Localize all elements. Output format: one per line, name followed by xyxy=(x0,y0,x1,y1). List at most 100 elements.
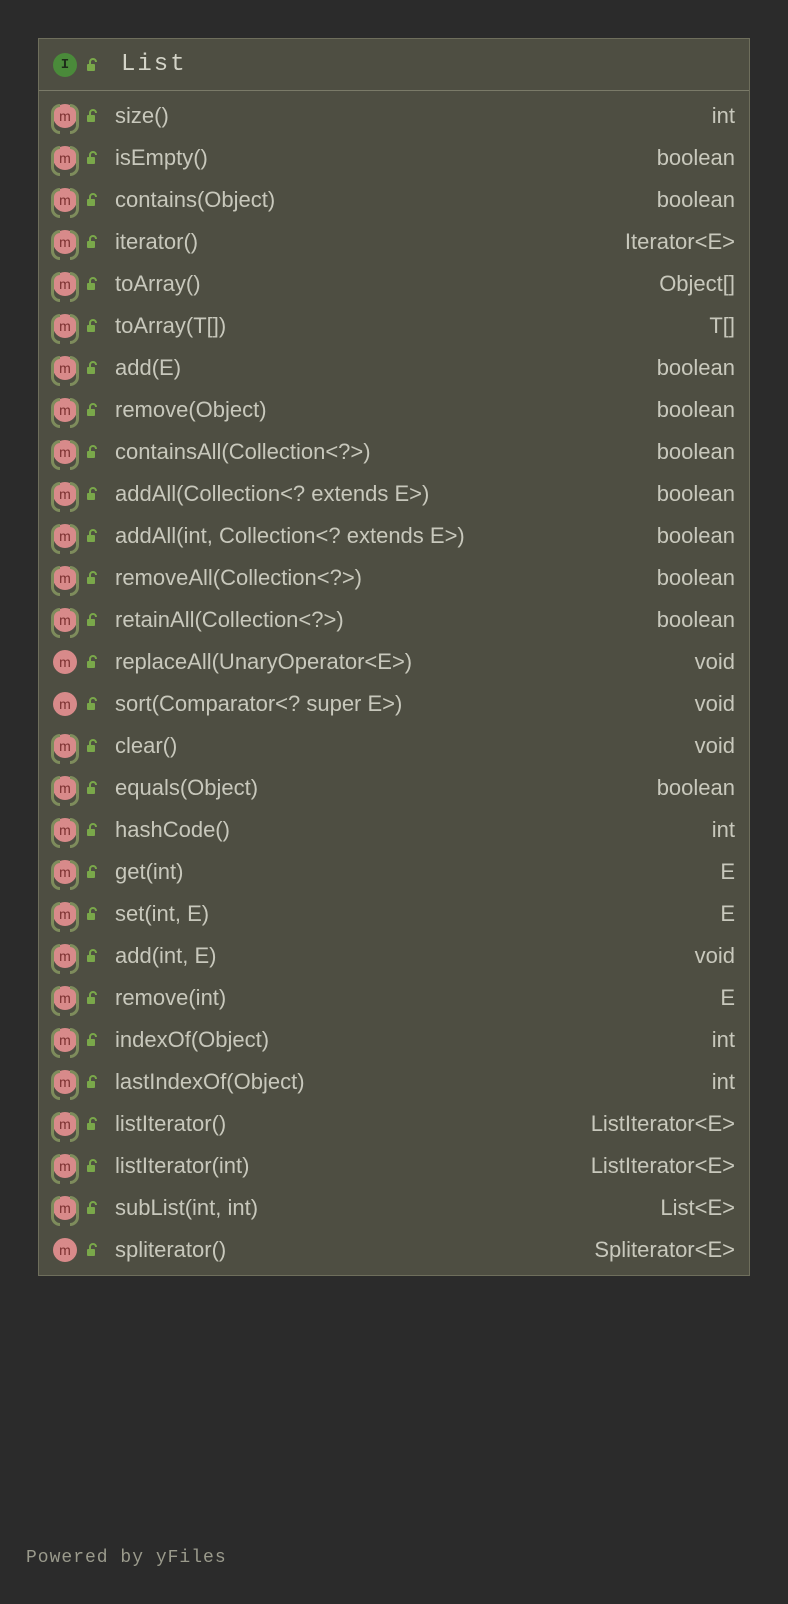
unlock-icon xyxy=(85,1075,99,1089)
unlock-icon xyxy=(85,991,99,1005)
unlock-icon xyxy=(85,1243,99,1257)
method-row[interactable]: mtoArray(T[])T[] xyxy=(39,305,749,347)
method-row[interactable]: misEmpty()boolean xyxy=(39,137,749,179)
method-row[interactable]: mcontains(Object)boolean xyxy=(39,179,749,221)
unlock-icon xyxy=(85,361,99,375)
method-letter: m xyxy=(59,444,71,460)
method-row[interactable]: madd(E)boolean xyxy=(39,347,749,389)
return-type: ListIterator<E> xyxy=(591,1111,735,1137)
method-letter: m xyxy=(59,150,71,166)
method-row[interactable]: mlistIterator()ListIterator<E> xyxy=(39,1103,749,1145)
method-signature: size() xyxy=(115,103,169,129)
method-signature: toArray(T[]) xyxy=(115,313,226,339)
return-type: void xyxy=(695,943,735,969)
method-row[interactable]: mequals(Object)boolean xyxy=(39,767,749,809)
method-signature: get(int) xyxy=(115,859,183,885)
class-header[interactable]: I List xyxy=(39,39,749,91)
method-row[interactable]: mremove(int)E xyxy=(39,977,749,1019)
method-signature: addAll(Collection<? extends E>) xyxy=(115,481,429,507)
method-signature: equals(Object) xyxy=(115,775,258,801)
method-abstract-icon: m xyxy=(53,104,77,128)
method-icon: m xyxy=(53,1238,77,1262)
unlock-icon xyxy=(85,151,99,165)
method-letter: m xyxy=(59,1158,71,1174)
unlock-icon xyxy=(85,781,99,795)
return-type: E xyxy=(720,901,735,927)
method-signature: spliterator() xyxy=(115,1237,226,1263)
method-letter: m xyxy=(59,864,71,880)
method-row[interactable]: mget(int)E xyxy=(39,851,749,893)
method-row[interactable]: msort(Comparator<? super E>)void xyxy=(39,683,749,725)
method-letter: m xyxy=(59,234,71,250)
method-row[interactable]: m addAll(Collection<? extends E>) boolean xyxy=(39,473,749,515)
method-abstract-icon: m xyxy=(53,1196,77,1220)
footer-credit: Powered by yFiles xyxy=(26,1548,227,1568)
unlock-icon xyxy=(85,403,99,417)
method-signature: isEmpty() xyxy=(115,145,208,171)
method-row[interactable]: mreplaceAll(UnaryOperator<E>)void xyxy=(39,641,749,683)
method-row[interactable]: miterator()Iterator<E> xyxy=(39,221,749,263)
method-letter: m xyxy=(59,1200,71,1216)
unlock-icon xyxy=(85,865,99,879)
method-letter: m xyxy=(59,990,71,1006)
method-row[interactable]: mretainAll(Collection<?>)boolean xyxy=(39,599,749,641)
return-type: List<E> xyxy=(660,1195,735,1221)
return-type: int xyxy=(712,1069,735,1095)
method-row[interactable]: mtoArray()Object[] xyxy=(39,263,749,305)
return-type: Object[] xyxy=(659,271,735,297)
unlock-icon xyxy=(85,949,99,963)
method-row[interactable]: mlastIndexOf(Object)int xyxy=(39,1061,749,1103)
method-row[interactable]: mset(int, E)E xyxy=(39,893,749,935)
return-type: void xyxy=(695,691,735,717)
method-abstract-icon: m xyxy=(53,1028,77,1052)
method-row[interactable]: mindexOf(Object)int xyxy=(39,1019,749,1061)
method-letter: m xyxy=(59,612,71,628)
method-letter: m xyxy=(59,1074,71,1090)
unlock-icon xyxy=(85,823,99,837)
method-row[interactable]: maddAll(int, Collection<? extends E>)boo… xyxy=(39,515,749,557)
method-signature: retainAll(Collection<?>) xyxy=(115,607,344,633)
method-abstract-icon: m xyxy=(53,440,77,464)
method-signature: iterator() xyxy=(115,229,198,255)
unlock-icon xyxy=(85,109,99,123)
method-row[interactable]: madd(int, E)void xyxy=(39,935,749,977)
method-row[interactable]: m spliterator() Spliterator<E> xyxy=(39,1229,749,1271)
method-letter: m xyxy=(59,318,71,334)
method-abstract-icon: m xyxy=(53,1154,77,1178)
method-row[interactable]: mcontainsAll(Collection<?>)boolean xyxy=(39,431,749,473)
method-row[interactable]: mremoveAll(Collection<?>)boolean xyxy=(39,557,749,599)
method-row[interactable]: mhashCode()int xyxy=(39,809,749,851)
method-letter: m xyxy=(59,108,71,124)
unlock-icon xyxy=(85,655,99,669)
method-list: msize()intmisEmpty()booleanmcontains(Obj… xyxy=(39,91,749,1275)
method-signature: contains(Object) xyxy=(115,187,275,213)
unlock-icon xyxy=(85,487,99,501)
return-type: Spliterator<E> xyxy=(594,1237,735,1263)
method-signature: indexOf(Object) xyxy=(115,1027,269,1053)
unlock-icon xyxy=(85,697,99,711)
method-abstract-icon: m xyxy=(53,776,77,800)
method-row[interactable]: mclear()void xyxy=(39,725,749,767)
unlock-icon xyxy=(85,445,99,459)
unlock-icon xyxy=(85,1159,99,1173)
method-abstract-icon: m xyxy=(53,272,77,296)
return-type: boolean xyxy=(657,481,735,507)
method-letter: m xyxy=(59,486,71,502)
method-abstract-icon: m xyxy=(53,902,77,926)
method-signature: containsAll(Collection<?>) xyxy=(115,439,371,465)
method-row[interactable]: mlistIterator(int)ListIterator<E> xyxy=(39,1145,749,1187)
method-letter: m xyxy=(59,738,71,754)
return-type: ListIterator<E> xyxy=(591,1153,735,1179)
method-letter: m xyxy=(59,906,71,922)
method-row[interactable]: msize()int xyxy=(39,95,749,137)
method-signature: hashCode() xyxy=(115,817,230,843)
method-row[interactable]: msubList(int, int)List<E> xyxy=(39,1187,749,1229)
method-abstract-icon: m xyxy=(53,818,77,842)
method-letter: m xyxy=(59,360,71,376)
method-abstract-icon: m xyxy=(53,1112,77,1136)
method-signature: clear() xyxy=(115,733,177,759)
method-signature: replaceAll(UnaryOperator<E>) xyxy=(115,649,412,675)
method-row[interactable]: mremove(Object)boolean xyxy=(39,389,749,431)
method-letter: m xyxy=(59,948,71,964)
method-abstract-icon: m xyxy=(53,356,77,380)
